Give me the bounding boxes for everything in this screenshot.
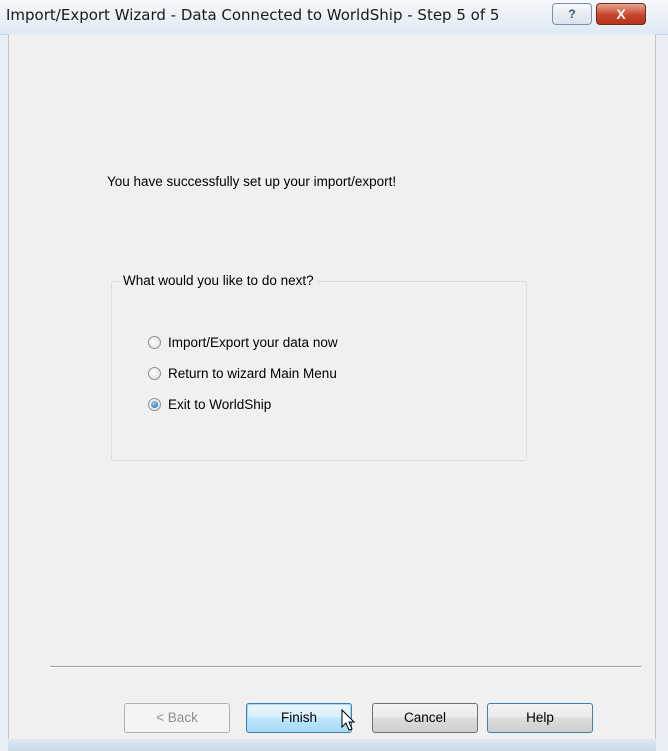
option-label: Import/Export your data now [168, 335, 338, 350]
close-x-icon: X [616, 6, 626, 22]
cancel-button[interactable]: Cancel [372, 703, 478, 733]
success-message: You have successfully set up your import… [107, 174, 397, 189]
back-button[interactable]: < Back [124, 703, 230, 733]
mouse-pointer-icon [341, 708, 356, 731]
wizard-content: You have successfully set up your import… [8, 34, 656, 739]
window-bottom-frame [8, 739, 656, 751]
radio-exit-worldship[interactable] [148, 398, 161, 411]
option-exit-worldship[interactable]: Exit to WorldShip [148, 397, 271, 412]
help-button[interactable]: Help [487, 703, 593, 733]
option-return-main-menu[interactable]: Return to wizard Main Menu [148, 366, 337, 381]
title-bar[interactable]: Import/Export Wizard - Data Connected to… [0, 0, 668, 35]
next-action-group: What would you like to do next? Import/E… [111, 273, 527, 461]
group-legend: What would you like to do next? [120, 273, 317, 288]
wizard-window: Import/Export Wizard - Data Connected to… [0, 0, 668, 751]
radio-import-export-now[interactable] [148, 336, 161, 349]
option-label: Return to wizard Main Menu [168, 366, 337, 381]
title-close-button[interactable]: X [596, 3, 646, 25]
window-title: Import/Export Wizard - Data Connected to… [6, 6, 500, 24]
option-import-export-now[interactable]: Import/Export your data now [148, 335, 338, 350]
finish-button[interactable]: Finish [246, 703, 352, 733]
help-question-icon: ? [568, 7, 576, 21]
radio-return-main-menu[interactable] [148, 367, 161, 380]
button-separator [50, 666, 641, 668]
option-label: Exit to WorldShip [168, 397, 272, 412]
title-help-button[interactable]: ? [552, 3, 592, 25]
